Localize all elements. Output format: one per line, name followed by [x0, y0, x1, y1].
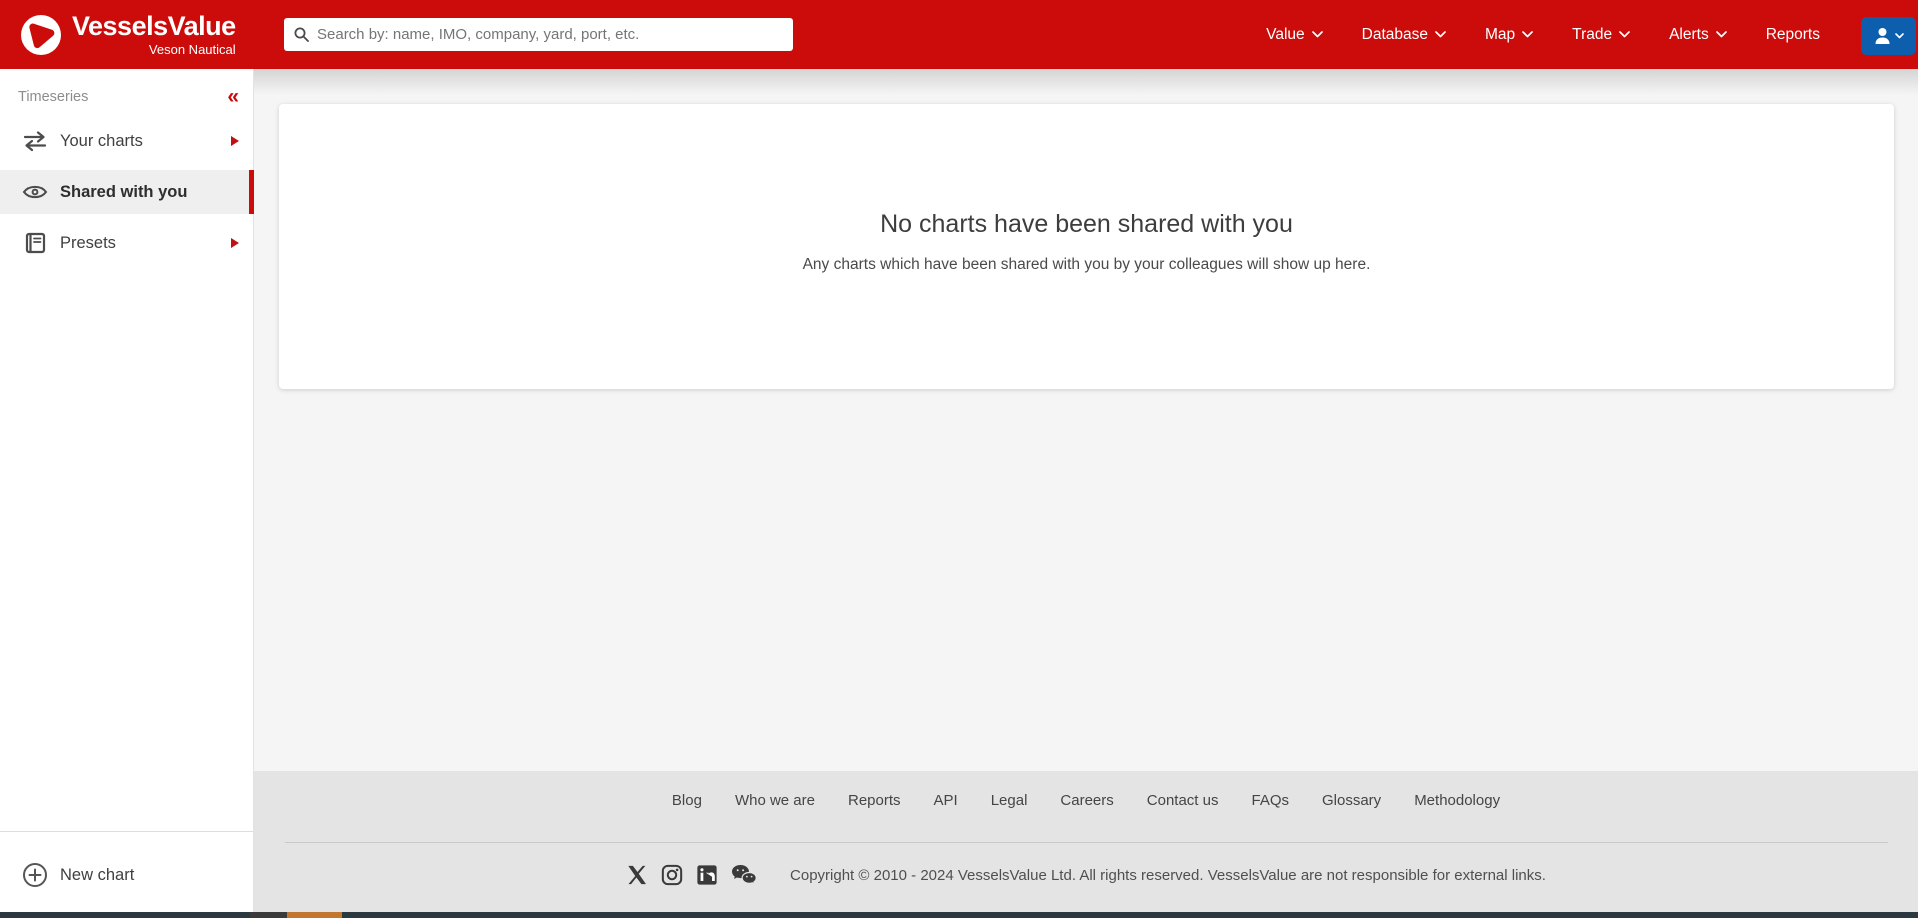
brand-name: VesselsValue	[72, 11, 236, 41]
sidebar-item-your-charts[interactable]: Your charts	[0, 121, 253, 161]
nav-map[interactable]: Map	[1485, 25, 1534, 44]
sidebar-header: Timeseries «	[0, 69, 253, 107]
collapse-sidebar-icon[interactable]: «	[227, 86, 239, 107]
plus-circle-icon	[22, 862, 48, 888]
top-header: VesselsValue Veson Nautical Value Databa…	[0, 0, 1918, 69]
x-twitter-icon[interactable]	[626, 864, 648, 886]
sidebar-section-title: Timeseries	[18, 89, 89, 105]
copyright-text: Copyright © 2010 - 2024 VesselsValue Ltd…	[790, 866, 1546, 884]
footer-link-blog[interactable]: Blog	[672, 792, 702, 809]
sidebar-item-presets[interactable]: Presets	[0, 223, 253, 263]
footer-divider	[285, 842, 1888, 843]
user-menu-button[interactable]	[1861, 17, 1916, 55]
brand-logo[interactable]: VesselsValue Veson Nautical	[20, 13, 236, 56]
footer-link-glossary[interactable]: Glossary	[1322, 792, 1381, 809]
swap-arrows-icon	[22, 130, 48, 152]
user-icon	[1874, 27, 1891, 45]
eye-icon	[22, 182, 48, 202]
chevron-down-icon	[1311, 31, 1323, 38]
footer-link-legal[interactable]: Legal	[991, 792, 1028, 809]
sidebar-item-label: Shared with you	[60, 182, 188, 201]
page-footer: Blog Who we are Reports API Legal Career…	[254, 771, 1918, 918]
nav-database[interactable]: Database	[1362, 26, 1446, 44]
sidebar-item-label: Your charts	[60, 131, 143, 150]
chevron-down-icon	[1715, 31, 1727, 38]
brand-tagline: Veson Nautical	[148, 42, 236, 57]
chevron-down-icon	[1435, 31, 1446, 38]
expand-right-icon	[231, 238, 239, 248]
sidebar-nav-list: Your charts Shared with you Presets	[0, 121, 254, 272]
book-icon	[22, 231, 48, 255]
footer-link-methodology[interactable]: Methodology	[1414, 792, 1500, 809]
sidebar-item-label: Presets	[60, 233, 116, 252]
footer-links: Blog Who we are Reports API Legal Career…	[254, 792, 1918, 809]
wechat-icon[interactable]	[731, 864, 757, 886]
new-chart-label: New chart	[60, 865, 135, 884]
chevron-down-icon	[1619, 31, 1630, 38]
expand-right-icon	[231, 136, 239, 146]
footer-link-contact-us[interactable]: Contact us	[1147, 792, 1219, 809]
social-links	[626, 864, 757, 886]
main-nav: Value Database Map Trade Alerts Reports	[1266, 0, 1820, 69]
main-content: No charts have been shared with you Any …	[254, 69, 1918, 918]
nav-value[interactable]: Value	[1266, 26, 1323, 44]
footer-link-reports[interactable]: Reports	[848, 792, 901, 809]
nav-trade[interactable]: Trade	[1572, 26, 1630, 44]
instagram-icon[interactable]	[661, 864, 683, 886]
footer-link-faqs[interactable]: FAQs	[1251, 792, 1289, 809]
nav-alerts[interactable]: Alerts	[1669, 26, 1727, 44]
nav-database-label: Database	[1361, 25, 1429, 43]
empty-state-card: No charts have been shared with you Any …	[279, 104, 1894, 389]
footer-link-careers[interactable]: Careers	[1060, 792, 1113, 809]
nav-alerts-label: Alerts	[1669, 25, 1709, 43]
vesselsvalue-logo-icon	[20, 14, 62, 56]
global-search[interactable]	[284, 18, 793, 51]
empty-state-title: No charts have been shared with you	[880, 210, 1293, 238]
taskbar-segment-active	[287, 912, 342, 918]
footer-link-who-we-are[interactable]: Who we are	[735, 792, 815, 809]
chevron-down-icon	[1894, 33, 1904, 39]
linkedin-icon[interactable]	[696, 864, 718, 886]
footer-bottom-row: Copyright © 2010 - 2024 VesselsValue Ltd…	[254, 864, 1918, 886]
taskbar-edge	[0, 912, 1918, 918]
search-icon	[294, 27, 309, 42]
nav-trade-label: Trade	[1572, 25, 1613, 43]
timeseries-sidebar: Timeseries « Your charts Shared with you…	[0, 69, 254, 918]
taskbar-segment	[250, 912, 287, 918]
nav-value-label: Value	[1266, 25, 1305, 43]
nav-reports[interactable]: Reports	[1766, 26, 1820, 44]
nav-map-label: Map	[1485, 25, 1516, 43]
chevron-down-icon	[1522, 31, 1534, 38]
nav-reports-label: Reports	[1765, 25, 1820, 43]
sidebar-item-shared-with-you[interactable]: Shared with you	[0, 170, 254, 214]
search-input[interactable]	[317, 26, 783, 43]
new-chart-button[interactable]: New chart	[0, 831, 253, 918]
footer-link-api[interactable]: API	[934, 792, 958, 809]
empty-state-description: Any charts which have been shared with y…	[802, 256, 1371, 273]
